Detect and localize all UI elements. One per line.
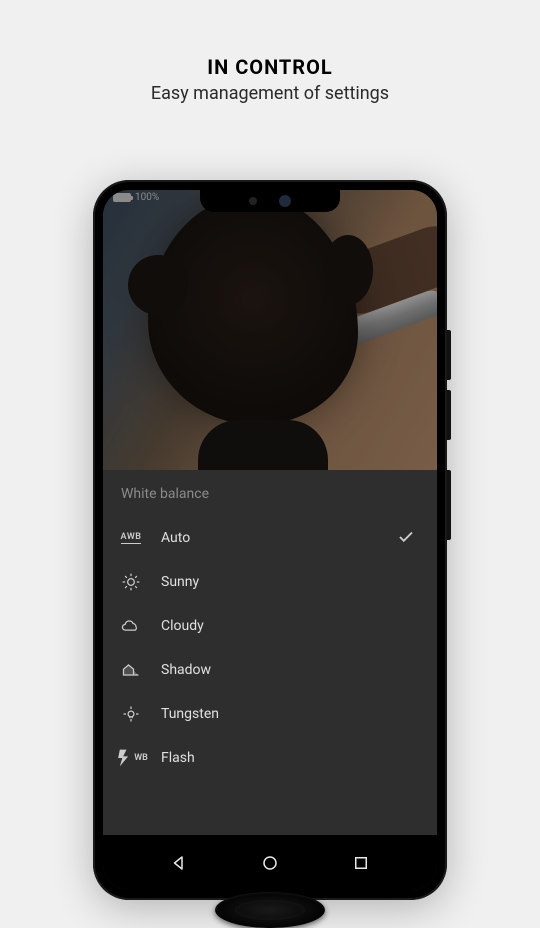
marketing-header: IN CONTROL Easy management of settings [0, 0, 540, 104]
wb-option-auto[interactable]: AWB Auto [117, 516, 423, 560]
volume-up-button [447, 330, 451, 380]
camera-viewfinder[interactable] [103, 190, 437, 470]
cloud-icon [119, 614, 143, 638]
back-button[interactable] [159, 843, 199, 883]
status-bar: 100% [113, 192, 159, 203]
wb-option-tungsten[interactable]: Tungsten [117, 692, 423, 736]
flash-icon: WB [119, 746, 143, 770]
wb-label: Tungsten [161, 706, 423, 722]
phone-screen: 100% White balance AWB Auto [103, 190, 437, 890]
house-shadow-icon [119, 658, 143, 682]
wb-option-flash[interactable]: WB Flash [117, 736, 423, 780]
physical-home-button [215, 892, 325, 928]
check-icon [397, 528, 417, 548]
wb-option-sunny[interactable]: Sunny [117, 560, 423, 604]
android-navbar [103, 835, 437, 890]
panel-title: White balance [117, 486, 423, 502]
home-button[interactable] [250, 843, 290, 883]
bulb-icon [119, 702, 143, 726]
display-notch [200, 190, 340, 212]
header-title: IN CONTROL [0, 55, 540, 79]
wb-option-shadow[interactable]: Shadow [117, 648, 423, 692]
wb-label: Auto [161, 530, 379, 546]
header-subtitle: Easy management of settings [0, 83, 540, 104]
power-button [447, 470, 451, 540]
white-balance-panel: White balance AWB Auto [103, 470, 437, 835]
phone-frame: 100% White balance AWB Auto [93, 180, 447, 900]
battery-percent: 100% [135, 192, 159, 203]
awb-icon: AWB [119, 526, 143, 550]
volume-down-button [447, 390, 451, 440]
wb-label: Flash [161, 750, 423, 766]
wb-label: Shadow [161, 662, 423, 678]
battery-icon [113, 193, 131, 202]
wb-label: Cloudy [161, 618, 423, 634]
sun-icon [119, 570, 143, 594]
wb-label: Sunny [161, 574, 423, 590]
recents-button[interactable] [341, 843, 381, 883]
wb-option-cloudy[interactable]: Cloudy [117, 604, 423, 648]
